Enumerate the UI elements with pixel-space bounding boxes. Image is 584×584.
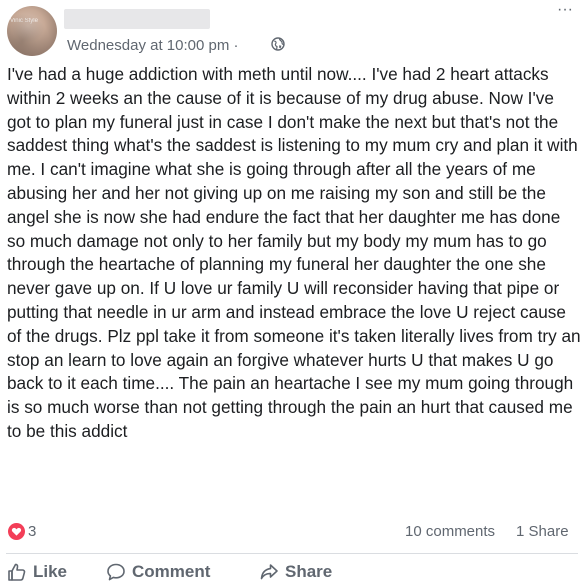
heart-icon[interactable] [8, 523, 25, 540]
reaction-count[interactable]: 3 [28, 523, 36, 540]
like-icon [8, 563, 26, 581]
share-label: Share [285, 562, 333, 581]
divider [6, 553, 578, 554]
comment-icon [107, 563, 125, 581]
comment-button[interactable]: Comment [106, 560, 210, 584]
shares-count[interactable]: 1 Share [516, 523, 569, 540]
post-body: I've had a huge addiction with meth unti… [7, 64, 581, 441]
comments-count[interactable]: 10 comments [405, 523, 495, 540]
action-bar: Like Comment Share [0, 556, 584, 584]
share-button[interactable]: Share [259, 560, 332, 584]
avatar-watermark: Vinic Style [10, 18, 38, 24]
more-horizontal-icon[interactable]: ··· [553, 2, 577, 20]
author-name-redacted[interactable] [64, 9, 210, 29]
post-header: Vinic Style Wednesday at 10:00 pm · ··· [0, 0, 584, 62]
like-label: Like [33, 562, 68, 581]
avatar[interactable]: Vinic Style [7, 6, 57, 56]
post-timestamp[interactable]: Wednesday at 10:00 pm · [67, 37, 239, 54]
like-button[interactable]: Like [7, 560, 67, 584]
share-icon [260, 564, 278, 580]
comment-label: Comment [132, 562, 211, 581]
globe-icon [271, 37, 285, 51]
reaction-bar: 3 10 comments 1 Share [0, 519, 584, 545]
